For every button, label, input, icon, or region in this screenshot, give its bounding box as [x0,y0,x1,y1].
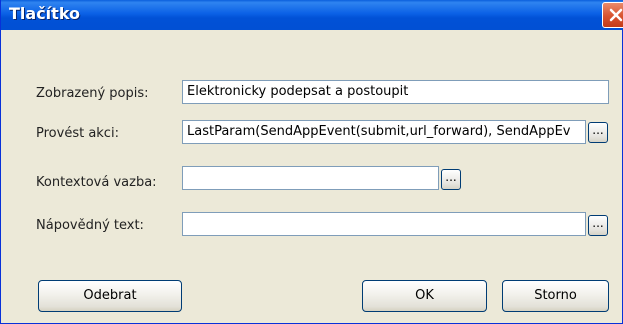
context-binding-browse-button[interactable]: ... [441,169,461,190]
display-label-label: Zobrazený popis: [36,86,149,101]
action-browse-button[interactable]: ... [588,122,608,143]
ok-button[interactable]: OK [362,280,487,312]
context-binding-label: Kontextová vazba: [36,175,157,190]
context-binding-input[interactable] [182,166,439,190]
title-bar[interactable]: Tlačítko [1,0,623,30]
help-text-label: Nápovědný text: [36,218,144,233]
display-label-input[interactable]: Elektronicky podepsat a postoupit [182,80,609,104]
close-button[interactable] [602,2,623,28]
action-label: Provést akci: [36,126,119,141]
action-input[interactable]: LastParam(SendAppEvent(submit,url_forwar… [182,120,586,144]
help-text-input[interactable] [182,212,586,236]
cancel-button[interactable]: Storno [502,280,609,312]
dialog-window: Tlačítko Zobrazený popis: Elektronicky p… [0,0,623,324]
help-text-browse-button[interactable]: ... [588,215,608,236]
window-title: Tlačítko [9,4,81,23]
close-icon [609,8,623,22]
remove-button[interactable]: Odebrat [38,280,182,312]
